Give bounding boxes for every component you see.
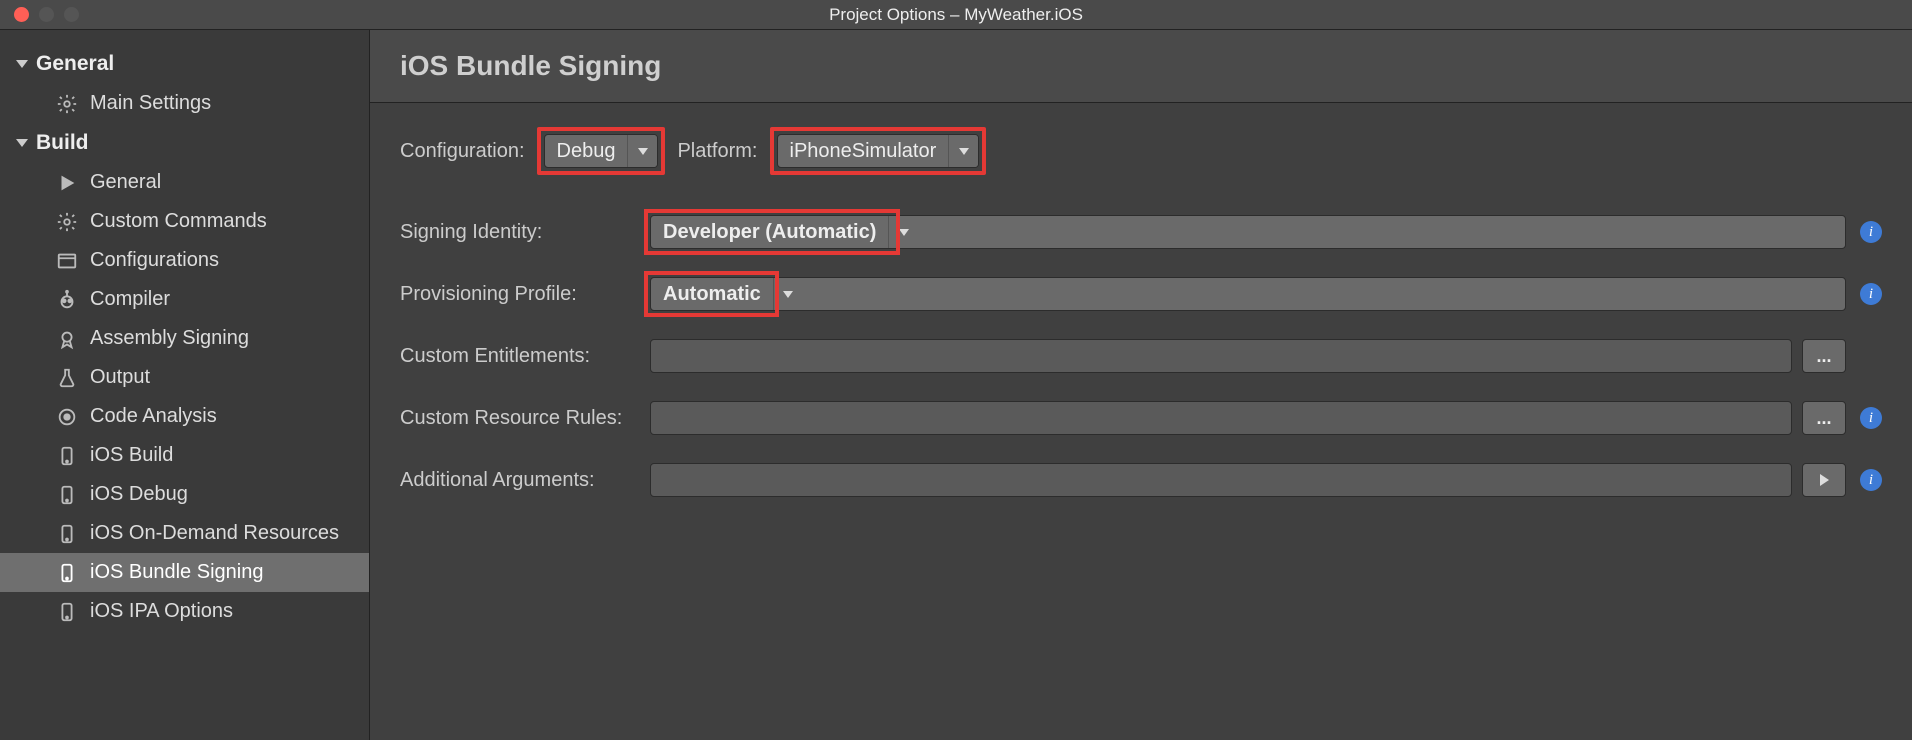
sidebar-section-build[interactable]: Build [0,123,369,163]
dropdown-button[interactable] [948,135,978,167]
sidebar-item-ios-debug[interactable]: iOS Debug [0,475,369,514]
titlebar: Project Options – MyWeather.iOS [0,0,1912,30]
sidebar-item-label: Configurations [90,249,219,272]
configuration-label: Configuration: [400,140,525,163]
play-icon [56,172,78,194]
info-icon[interactable]: i [1860,407,1882,429]
close-window-button[interactable] [14,7,29,22]
platform-label: Platform: [677,140,757,163]
sidebar-item-label: iOS Bundle Signing [90,561,263,584]
caret-down-icon [16,60,28,68]
configuration-dropdown[interactable]: Debug [544,134,659,168]
sidebar-item-ios-ipa-options[interactable]: iOS IPA Options [0,592,369,631]
highlight-box: iPhoneSimulator [770,127,987,175]
device-icon [56,484,78,506]
chevron-down-icon [959,148,969,155]
content-panel: iOS Bundle Signing Configuration: Debug … [370,30,1912,740]
sidebar-item-configurations[interactable]: Configurations [0,241,369,280]
custom-resource-rules-row: Custom Resource Rules: ... i [400,401,1882,435]
custom-resource-rules-label: Custom Resource Rules: [400,407,650,430]
dropdown-button[interactable] [627,135,657,167]
additional-arguments-label: Additional Arguments: [400,469,650,492]
sidebar-item-label: Compiler [90,288,170,311]
sidebar-item-label: iOS Build [90,444,173,467]
badge-icon [56,328,78,350]
signing-identity-row: Signing Identity: Developer (Automatic) … [400,215,1882,249]
device-icon [56,601,78,623]
robot-icon [56,289,78,311]
custom-entitlements-row: Custom Entitlements: ... [400,339,1882,373]
sidebar-item-assembly-signing[interactable]: Assembly Signing [0,319,369,358]
info-icon[interactable]: i [1860,283,1882,305]
custom-resource-rules-input[interactable] [650,401,1792,435]
provisioning-profile-label: Provisioning Profile: [400,283,650,306]
dropdown-button[interactable] [773,278,803,310]
config-platform-row: Configuration: Debug Platform: iPhoneSim… [400,127,1882,175]
sidebar-item-custom-commands[interactable]: Custom Commands [0,202,369,241]
provisioning-profile-value: Automatic [651,278,773,310]
panel-title: iOS Bundle Signing [400,50,1882,82]
gear-icon [56,211,78,233]
info-icon[interactable]: i [1860,469,1882,491]
chevron-down-icon [899,229,909,236]
sidebar-item-general[interactable]: General [0,163,369,202]
sidebar-item-ios-build[interactable]: iOS Build [0,436,369,475]
flask-icon [56,367,78,389]
sidebar-section-label: Build [36,131,89,155]
window-icon [56,250,78,272]
sidebar-item-label: General [90,171,161,194]
platform-dropdown[interactable]: iPhoneSimulator [777,134,980,168]
info-icon[interactable]: i [1860,221,1882,243]
window-controls [0,7,79,22]
highlight-box: Debug [537,127,666,175]
zoom-window-button[interactable] [64,7,79,22]
signing-identity-label: Signing Identity: [400,221,650,244]
signing-identity-value: Developer (Automatic) [651,216,888,248]
chevron-down-icon [638,148,648,155]
dropdown-button[interactable] [888,216,918,248]
custom-entitlements-input[interactable] [650,339,1792,373]
browse-entitlements-button[interactable]: ... [1802,339,1846,373]
configuration-value: Debug [545,135,628,167]
signing-identity-dropdown[interactable]: Developer (Automatic) [650,215,1846,249]
sidebar-item-main-settings[interactable]: Main Settings [0,84,369,123]
provisioning-profile-dropdown[interactable]: Automatic [650,277,1846,311]
sidebar-item-output[interactable]: Output [0,358,369,397]
caret-down-icon [16,139,28,147]
device-icon [56,562,78,584]
sidebar: General Main Settings Build General Cust… [0,30,370,740]
sidebar-item-code-analysis[interactable]: Code Analysis [0,397,369,436]
sidebar-item-ios-on-demand-resources[interactable]: iOS On-Demand Resources [0,514,369,553]
sidebar-item-label: iOS Debug [90,483,188,506]
sidebar-item-compiler[interactable]: Compiler [0,280,369,319]
sidebar-item-label: Code Analysis [90,405,217,428]
gear-icon [56,93,78,115]
window-title: Project Options – MyWeather.iOS [829,5,1083,25]
sidebar-item-label: iOS On-Demand Resources [90,522,339,545]
provisioning-profile-row: Provisioning Profile: Automatic i [400,277,1882,311]
custom-entitlements-label: Custom Entitlements: [400,345,650,368]
run-arguments-button[interactable] [1802,463,1846,497]
panel-header: iOS Bundle Signing [370,30,1912,103]
play-icon [1820,474,1829,486]
sidebar-section-label: General [36,52,114,76]
target-icon [56,406,78,428]
browse-resource-rules-button[interactable]: ... [1802,401,1846,435]
sidebar-section-general[interactable]: General [0,44,369,84]
platform-value: iPhoneSimulator [778,135,949,167]
sidebar-item-label: iOS IPA Options [90,600,233,623]
sidebar-item-label: Custom Commands [90,210,267,233]
sidebar-item-label: Assembly Signing [90,327,249,350]
sidebar-item-label: Main Settings [90,92,211,115]
device-icon [56,523,78,545]
sidebar-item-ios-bundle-signing[interactable]: iOS Bundle Signing [0,553,369,592]
additional-arguments-row: Additional Arguments: i [400,463,1882,497]
minimize-window-button[interactable] [39,7,54,22]
device-icon [56,445,78,467]
sidebar-item-label: Output [90,366,150,389]
chevron-down-icon [783,291,793,298]
additional-arguments-input[interactable] [650,463,1792,497]
